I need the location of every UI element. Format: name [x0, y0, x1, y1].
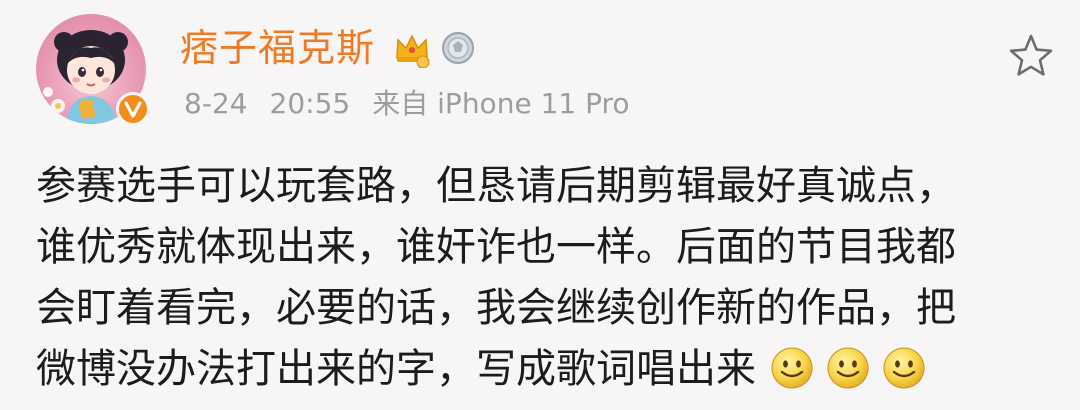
post-text-line-last: 微博没办法打出来的字，写成歌词唱出来 [36, 339, 1046, 400]
avatar-container[interactable] [36, 14, 150, 128]
post-body: 参赛选手可以玩套路，但恳请后期剪辑最好真诚点， 谁优秀就体现出来，谁奸诈也一样。… [36, 156, 1046, 400]
username[interactable]: 痞子福克斯 [180, 22, 375, 74]
smile-emoji-icon [883, 347, 925, 389]
post-time: 20:55 [269, 87, 351, 120]
post-text-line: 微博没办法打出来的字，写成歌词唱出来 [36, 346, 756, 392]
medal-icon[interactable] [440, 30, 476, 66]
post-source[interactable]: 来自 iPhone 11 Pro [372, 87, 629, 120]
post-meta: 8-24 20:55 来自 iPhone 11 Pro [184, 84, 630, 124]
weibo-post-card: 痞子福克斯 8-24 20:55 来自 iPhone 11 Pro 参赛选手可以玩套… [0, 0, 1080, 410]
post-text-line: 会盯着看完，必要的话，我会继续创作新的作品，把 [36, 285, 956, 331]
verified-v-icon [124, 101, 142, 118]
post-text-line: 谁优秀就体现出来，谁奸诈也一样。后面的节目我都 [36, 224, 956, 270]
smile-emoji-icon [827, 347, 869, 389]
smile-emoji-icon [771, 347, 813, 389]
crown-icon[interactable] [392, 28, 432, 68]
verified-badge [116, 92, 150, 126]
post-text-line: 参赛选手可以玩套路，但恳请后期剪辑最好真诚点， [36, 163, 956, 209]
post-date: 8-24 [184, 87, 248, 120]
star-outline-icon[interactable] [1004, 30, 1058, 84]
